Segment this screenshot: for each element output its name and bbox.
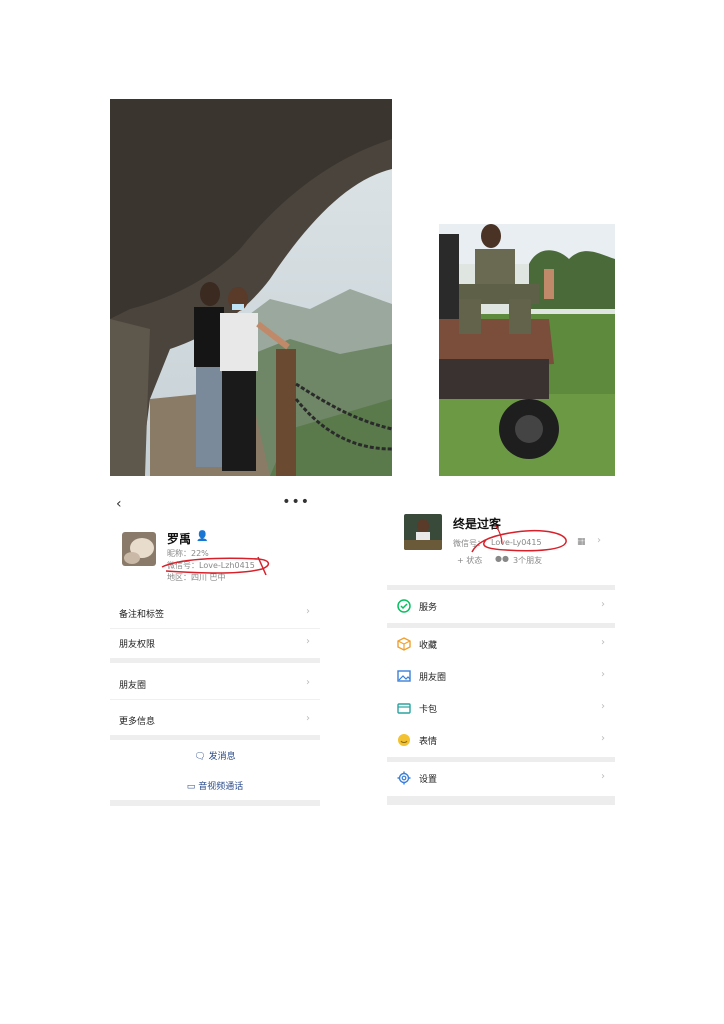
menu-label: 设置 xyxy=(419,775,438,785)
menu-settings[interactable]: 设置 › xyxy=(387,763,615,795)
more-horizontal-icon[interactable]: ••• xyxy=(282,494,310,510)
nickname-text: 昵称：22% xyxy=(167,549,209,558)
chevron-right-icon: › xyxy=(306,677,310,688)
menu-label: 收藏 xyxy=(419,641,438,651)
message-bubble-icon: 🗨 xyxy=(194,752,206,762)
menu-label: 朋友圈 xyxy=(419,673,447,683)
menu-card-wallet[interactable]: 卡包 › xyxy=(387,693,615,725)
qr-code-icon[interactable]: ▦ xyxy=(577,537,586,547)
video-call-button[interactable]: ▭ 音视频通话 xyxy=(110,779,320,792)
service-icon xyxy=(397,599,411,613)
wechat-id-text: 微信号：Love-Lzh0415 xyxy=(167,561,255,570)
friends-count: 3个朋友 xyxy=(513,556,543,565)
friends-avatars-icon: ●● xyxy=(495,554,509,563)
video-call-label: 音视频通话 xyxy=(198,782,244,792)
soldier-photo xyxy=(439,224,615,476)
menu-moments[interactable]: 朋友圈 › xyxy=(387,661,615,693)
right-me-profile: 终是过客 微信号： Love-Ly0415 ▦ › + 状态 ●● 3个朋友 服… xyxy=(387,505,615,805)
card-wallet-icon xyxy=(397,703,411,714)
chevron-right-icon: › xyxy=(306,713,310,724)
row-label: 更多信息 xyxy=(119,717,156,727)
contact-name: 罗禹 xyxy=(167,532,192,546)
chevron-right-icon: › xyxy=(306,606,310,617)
chevron-right-icon[interactable]: › xyxy=(597,535,601,546)
chevron-right-icon: › xyxy=(601,599,605,610)
chevron-left-icon[interactable]: ‹ xyxy=(116,496,122,512)
left-contact-profile: ‹ ••• 罗禹 👤 昵称：22% 微信号：Love-Lzh0415 地区：四川… xyxy=(110,490,320,808)
user-name: 终是过客 xyxy=(453,517,502,531)
section-divider xyxy=(387,585,615,590)
avatar[interactable] xyxy=(404,514,442,550)
wechat-id-text: Love-Ly0415 xyxy=(491,538,542,547)
section-divider xyxy=(110,735,320,740)
chevron-right-icon: › xyxy=(601,771,605,782)
settings-gear-icon xyxy=(397,771,411,785)
video-camera-icon: ▭ xyxy=(186,782,196,792)
favorites-cube-icon xyxy=(397,637,411,651)
section-divider xyxy=(110,658,320,663)
chevron-right-icon: › xyxy=(601,637,605,648)
chevron-right-icon: › xyxy=(601,669,605,680)
cliff-photo xyxy=(110,99,392,476)
section-divider xyxy=(387,757,615,762)
region-text: 地区：四川 巴中 xyxy=(167,573,226,582)
section-divider xyxy=(110,800,320,806)
row-more-info[interactable]: 更多信息 › xyxy=(110,705,320,735)
row-label: 朋友权限 xyxy=(119,640,156,650)
send-message-label: 发消息 xyxy=(208,752,236,762)
row-remarks-tags[interactable]: 备注和标签 › xyxy=(110,598,320,629)
section-divider xyxy=(387,623,615,628)
section-divider xyxy=(387,796,615,805)
chevron-right-icon: › xyxy=(601,701,605,712)
row-label: 备注和标签 xyxy=(119,610,165,620)
chevron-right-icon: › xyxy=(601,733,605,744)
menu-emoji[interactable]: 表情 › xyxy=(387,725,615,757)
chevron-right-icon: › xyxy=(306,636,310,647)
status-button[interactable]: + 状态 xyxy=(457,555,482,566)
menu-service[interactable]: 服务 › xyxy=(387,591,615,623)
avatar[interactable] xyxy=(122,532,156,566)
wechat-id-label: 微信号： xyxy=(453,539,485,548)
menu-label: 卡包 xyxy=(419,705,438,715)
person-icon: 👤 xyxy=(196,531,209,542)
row-friend-permissions[interactable]: 朋友权限 › xyxy=(110,628,320,659)
send-message-button[interactable]: 🗨 发消息 xyxy=(110,749,320,762)
menu-label: 表情 xyxy=(419,737,438,747)
menu-favorites[interactable]: 收藏 › xyxy=(387,629,615,661)
row-moments[interactable]: 朋友圈 › xyxy=(110,669,320,700)
left-profile-topbar: ‹ ••• xyxy=(110,490,320,520)
emoji-smile-icon xyxy=(398,734,410,746)
menu-label: 服务 xyxy=(419,603,438,613)
row-label: 朋友圈 xyxy=(119,681,147,691)
moments-image-icon xyxy=(397,670,411,682)
